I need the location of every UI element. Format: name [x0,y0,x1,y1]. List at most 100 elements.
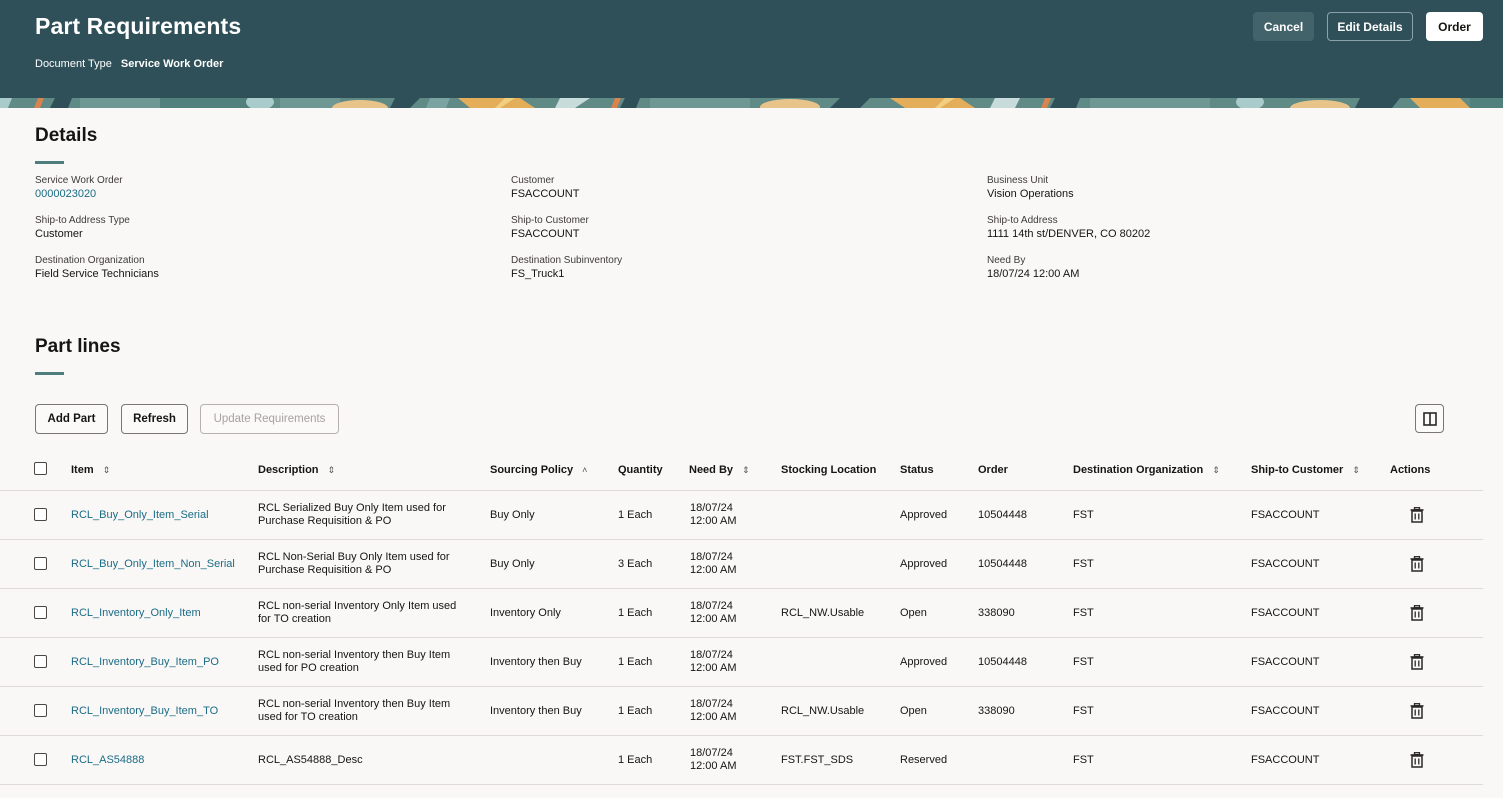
part-lines-title: Part lines [35,336,121,357]
description-line-1: RCL_AS54888_Desc [258,754,363,766]
quantity: 3 Each [618,558,653,570]
sourcing-policy: Inventory Only [490,607,561,619]
trash-icon[interactable] [1410,752,1424,768]
description-line-2: Purchase Requisition & PO [258,515,392,527]
column-label: Description [258,464,319,476]
columns-panel-button[interactable] [1415,404,1444,433]
field-label: Ship-to Address Type [35,215,130,226]
field-ship-to-address-type: Ship-to Address Type Customer [35,214,130,242]
need-by: 18/07/24 12:00 AM [690,600,736,626]
need-by-time: 12:00 AM [690,760,737,772]
document-type: Document Type Service Work Order [35,58,223,70]
trash-icon[interactable] [1410,703,1424,719]
field-value: 1111 14th st/DENVER, CO 80202 [987,228,1151,240]
cancel-button[interactable]: Cancel [1253,12,1314,41]
column-header-ship-to-customer[interactable]: Ship-to Customer ⇕ [1251,464,1360,476]
destination-organization: FST [1073,705,1094,717]
add-part-button[interactable]: Add Part [35,404,108,434]
field-label: Destination Organization [35,255,145,266]
item-link[interactable]: RCL_Inventory_Buy_Item_PO [71,656,219,669]
item-link[interactable]: RCL_Inventory_Only_Item [71,607,201,620]
decorative-banner [0,98,1503,108]
column-header-description[interactable]: Description ⇕ [258,464,335,476]
item-link[interactable]: RCL_Inventory_Buy_Item_TO [71,705,218,718]
order-number: 10504448 [978,558,1027,570]
field-label: Ship-to Customer [511,215,589,226]
trash-icon[interactable] [1410,605,1424,621]
ship-to-customer: FSACCOUNT [1251,607,1320,619]
banner-pattern [0,98,1503,108]
need-by-time: 12:00 AM [690,711,737,723]
destination-organization: FST [1073,656,1094,668]
field-value: FSACCOUNT [511,188,580,200]
table-row: RCL_Inventory_Buy_Item_TO RCL non-serial… [0,687,1483,736]
column-header-sourcing-policy[interactable]: Sourcing Policy ˄ [490,464,587,476]
need-by-time: 12:00 AM [690,662,737,674]
row-checkbox[interactable] [34,655,47,668]
order-button[interactable]: Order [1426,12,1483,41]
destination-organization: FST [1073,509,1094,521]
need-by: 18/07/24 12:00 AM [690,551,736,577]
sourcing-policy: Buy Only [490,558,535,570]
status: Approved [900,656,948,668]
description-line-1: RCL Serialized Buy Only Item used for [258,502,446,514]
field-ship-to-customer: Ship-to Customer FSACCOUNT [511,214,589,242]
row-checkbox[interactable] [34,606,47,619]
status: Open [900,607,927,619]
description-line-2: Purchase Requisition & PO [258,564,392,576]
need-by-date: 18/07/24 [690,698,733,710]
need-by: 18/07/24 12:00 AM [690,698,736,724]
order-number: 338090 [978,705,1015,717]
trash-icon[interactable] [1410,654,1424,670]
part-lines-title-underline [35,372,64,375]
refresh-button[interactable]: Refresh [121,404,188,434]
field-value: Vision Operations [987,188,1074,200]
need-by-date: 18/07/24 [690,551,733,563]
details-title: Details [35,125,98,146]
need-by-time: 12:00 AM [690,613,737,625]
row-checkbox[interactable] [34,704,47,717]
need-by-time: 12:00 AM [690,515,737,527]
column-header-destination-organization[interactable]: Destination Organization ⇕ [1073,464,1220,476]
field-value: FS_Truck1 [511,268,565,280]
column-label: Ship-to Customer [1251,464,1344,476]
update-requirements-button[interactable]: Update Requirements [200,404,339,434]
column-header-item[interactable]: Item ⇕ [71,464,110,476]
select-all-checkbox[interactable] [34,462,47,475]
description-line-1: RCL Non-Serial Buy Only Item used for [258,551,450,563]
order-number: 338090 [978,607,1015,619]
status: Open [900,705,927,717]
destination-organization: FST [1073,607,1094,619]
destination-organization: FST [1073,558,1094,570]
table-header: Item ⇕ Description ⇕ Sourcing Policy ˄ Quan… [0,452,1483,491]
sort-icon: ⇕ [742,464,750,475]
field-ship-to-address: Ship-to Address 1111 14th st/DENVER, CO … [987,214,1150,242]
column-label: Item [71,464,94,476]
column-header-need-by[interactable]: Need By ⇕ [689,464,750,476]
item-link[interactable]: RCL_Buy_Only_Item_Non_Serial [71,558,235,571]
description: RCL Serialized Buy Only Item used for Pu… [258,502,446,528]
column-header-actions: Actions [1390,464,1430,476]
item-link[interactable]: RCL_Buy_Only_Item_Serial [71,509,209,522]
row-checkbox[interactable] [34,557,47,570]
item-link[interactable]: RCL_AS54888 [71,754,144,767]
trash-icon[interactable] [1410,507,1424,523]
need-by: 18/07/24 12:00 AM [690,747,736,773]
ship-to-customer: FSACCOUNT [1251,509,1320,521]
stocking-location: RCL_NW.Usable [781,705,865,717]
row-checkbox[interactable] [34,508,47,521]
sourcing-policy: Inventory then Buy [490,656,582,668]
trash-icon[interactable] [1410,556,1424,572]
order-number: 10504448 [978,509,1027,521]
quantity: 1 Each [618,607,653,619]
need-by-date: 18/07/24 [690,502,733,514]
edit-details-button[interactable]: Edit Details [1327,12,1413,41]
field-label: Service Work Order [35,175,123,186]
service-work-order-link[interactable]: 0000023020 [35,187,123,202]
description-line-2: used for PO creation [258,662,359,674]
column-header-stocking-location: Stocking Location [781,464,876,476]
page-header: Part Requirements Document Type Service … [0,0,1503,98]
ship-to-customer: FSACCOUNT [1251,754,1320,766]
column-header-quantity: Quantity [618,464,663,476]
row-checkbox[interactable] [34,753,47,766]
